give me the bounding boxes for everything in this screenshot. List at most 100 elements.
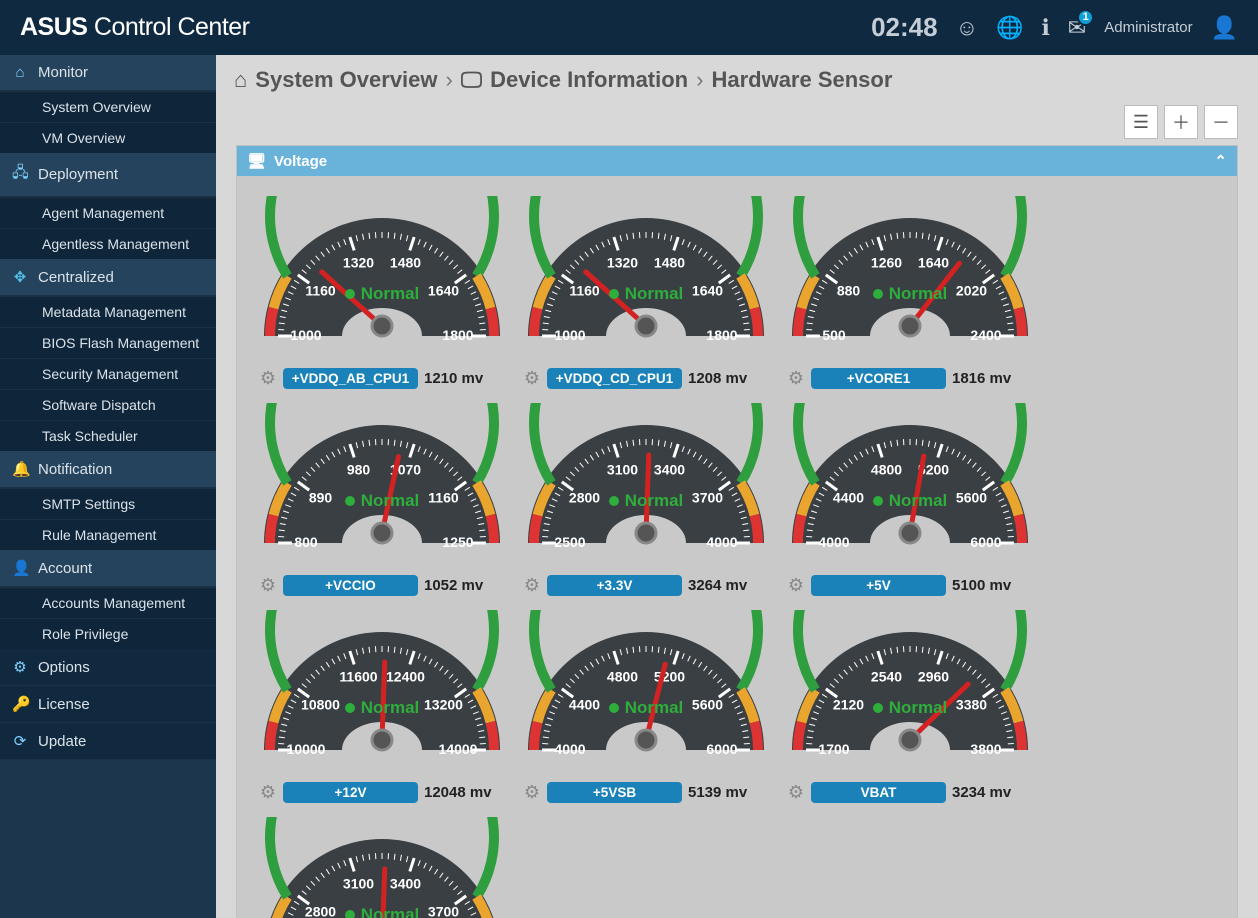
gauge-status: Normal (785, 698, 1035, 718)
gauge-status: Normal (521, 284, 771, 304)
svg-text:11600: 11600 (339, 669, 377, 685)
sidebar-sub-accounts[interactable]: Accounts Management (0, 587, 216, 618)
gauge-card: 400044004800520056006000 Normal ⚙+5VSB513… (521, 610, 771, 803)
list-view-button[interactable]: ☰ (1124, 105, 1158, 139)
gauge-value: 1210 mv (424, 370, 483, 387)
gauge-settings-icon[interactable]: ⚙ (257, 368, 279, 389)
gauge-settings-icon[interactable]: ⚙ (257, 782, 279, 803)
sidebar-item-options[interactable]: ⚙Options (0, 649, 216, 686)
sidebar-item-deployment[interactable]: 🖧Deployment (0, 153, 216, 197)
sidebar-sub-smtp[interactable]: SMTP Settings (0, 488, 216, 519)
sidebar-sub-task[interactable]: Task Scheduler (0, 420, 216, 451)
svg-text:4000: 4000 (706, 534, 737, 550)
gauge-settings-icon[interactable]: ⚙ (785, 782, 807, 803)
gauge-settings-icon[interactable]: ⚙ (785, 575, 807, 596)
gauge-name: VBAT (811, 782, 946, 803)
gauge-footer: ⚙+5VSB5139 mv (521, 782, 771, 803)
gauge-card: 800890980107011601250 Normal ⚙+VCCIO1052 … (257, 403, 507, 596)
mail-icon[interactable]: ✉ 1 (1068, 15, 1086, 41)
user-icon[interactable]: 👤 (1211, 15, 1238, 41)
gauge-visual: 250028003100340037004000 Normal (257, 817, 507, 918)
svg-text:1800: 1800 (442, 327, 473, 343)
gauge-footer: ⚙+VCCIO1052 mv (257, 575, 507, 596)
smile-icon[interactable]: ☺ (956, 15, 978, 41)
svg-text:4800: 4800 (607, 669, 638, 685)
svg-text:4000: 4000 (818, 534, 849, 550)
svg-text:1700: 1700 (818, 741, 849, 757)
gauge-card: 170021202540296033803800 Normal ⚙VBAT 3234… (785, 610, 1035, 803)
gauge-settings-icon[interactable]: ⚙ (521, 368, 543, 389)
gauge-name: +12V (283, 782, 418, 803)
svg-text:12400: 12400 (386, 669, 425, 685)
svg-text:1260: 1260 (871, 255, 902, 271)
sidebar-item-update[interactable]: ⟳Update (0, 723, 216, 760)
gauge-name: +VDDQ_AB_CPU1 (283, 368, 418, 389)
gauge-status: Normal (785, 491, 1035, 511)
sensor-icon: 🖥 (247, 152, 266, 170)
sidebar-sub-bios[interactable]: BIOS Flash Management (0, 327, 216, 358)
sidebar-sub-metadata[interactable]: Metadata Management (0, 296, 216, 327)
gauge-status: Normal (257, 905, 507, 918)
svg-text:3100: 3100 (343, 876, 374, 892)
svg-text:800: 800 (294, 534, 318, 550)
sidebar-item-account[interactable]: 👤Account (0, 550, 216, 587)
gauge-footer: ⚙VBAT 3234 mv (785, 782, 1035, 803)
sidebar: ⌂Monitor System Overview VM Overview 🖧De… (0, 55, 216, 918)
sidebar-sub-role[interactable]: Role Privilege (0, 618, 216, 649)
svg-text:500: 500 (822, 327, 846, 343)
breadcrumb-l1[interactable]: Device Information (490, 67, 688, 93)
gauge-settings-icon[interactable]: ⚙ (521, 575, 543, 596)
brand-title: ASUS Control Center (20, 13, 250, 42)
sidebar-sub-agentless-mgmt[interactable]: Agentless Management (0, 228, 216, 259)
svg-text:1320: 1320 (343, 255, 374, 271)
svg-text:1000: 1000 (554, 327, 585, 343)
info-icon[interactable]: ℹ (1041, 15, 1049, 41)
gauge-grid: 100011601320148016401800 Normal⚙+VDDQ_AB… (237, 176, 1237, 918)
clock: 02:48 (871, 12, 938, 43)
gauge-name: +3.3V (547, 575, 682, 596)
panel-title: Voltage (274, 153, 327, 170)
main-content: ⌂ System Overview › 🖵 Device Information… (216, 55, 1258, 918)
gauge-status: Normal (257, 284, 507, 304)
home-breadcrumb-icon[interactable]: ⌂ (234, 67, 247, 93)
sidebar-sub-agent-mgmt[interactable]: Agent Management (0, 197, 216, 228)
gauge-card: 250028003100340037004000 Normal⚙+3.3V326… (521, 403, 771, 596)
gauge-footer: ⚙+5V5100 mv (785, 575, 1035, 596)
sidebar-item-license[interactable]: 🔑License (0, 686, 216, 723)
sidebar-sub-security[interactable]: Security Management (0, 358, 216, 389)
svg-text:2500: 2500 (554, 534, 585, 550)
gauge-settings-icon[interactable]: ⚙ (785, 368, 807, 389)
sidebar-item-monitor[interactable]: ⌂Monitor (0, 55, 216, 91)
breadcrumb-l2: Hardware Sensor (711, 67, 892, 93)
sidebar-sub-vm-overview[interactable]: VM Overview (0, 122, 216, 153)
gauge-value: 3234 mv (952, 784, 1011, 801)
gauge-visual: 800890980107011601250 Normal (257, 403, 507, 571)
svg-text:1640: 1640 (918, 255, 949, 271)
gauge-settings-icon[interactable]: ⚙ (521, 782, 543, 803)
voltage-panel: 🖥 Voltage ⌃ 100011601320148016401800 Nor… (236, 145, 1238, 918)
gauge-value: 3264 mv (688, 577, 747, 594)
gauge-name: +5V (811, 575, 946, 596)
sidebar-sub-software[interactable]: Software Dispatch (0, 389, 216, 420)
centralized-icon: ✥ (12, 268, 28, 286)
sidebar-sub-rule[interactable]: Rule Management (0, 519, 216, 550)
collapse-all-button[interactable]: － (1204, 105, 1238, 139)
gauge-footer: ⚙+VDDQ_AB_CPU1 1210 mv (257, 368, 507, 389)
svg-text:4800: 4800 (871, 462, 902, 478)
panel-header[interactable]: 🖥 Voltage ⌃ (237, 146, 1237, 176)
user-name[interactable]: Administrator (1104, 19, 1192, 36)
gauge-visual: 100001080011600124001320014000 Normal (257, 610, 507, 778)
gauge-card: 400044004800520056006000 Normal⚙+5V5100 … (785, 403, 1035, 596)
sidebar-item-notification[interactable]: 🔔Notification (0, 451, 216, 488)
svg-text:6000: 6000 (706, 741, 737, 757)
sidebar-sub-system-overview[interactable]: System Overview (0, 91, 216, 122)
chevron-up-icon[interactable]: ⌃ (1214, 152, 1227, 170)
gauge-status: Normal (257, 491, 507, 511)
gauge-settings-icon[interactable]: ⚙ (257, 575, 279, 596)
breadcrumb-l0[interactable]: System Overview (255, 67, 437, 93)
globe-icon[interactable]: 🌐 (996, 15, 1023, 41)
gauge-visual: 400044004800520056006000 Normal (521, 610, 771, 778)
sidebar-item-centralized[interactable]: ✥Centralized (0, 259, 216, 296)
gauge-visual: 170021202540296033803800 Normal (785, 610, 1035, 778)
expand-all-button[interactable]: ＋ (1164, 105, 1198, 139)
